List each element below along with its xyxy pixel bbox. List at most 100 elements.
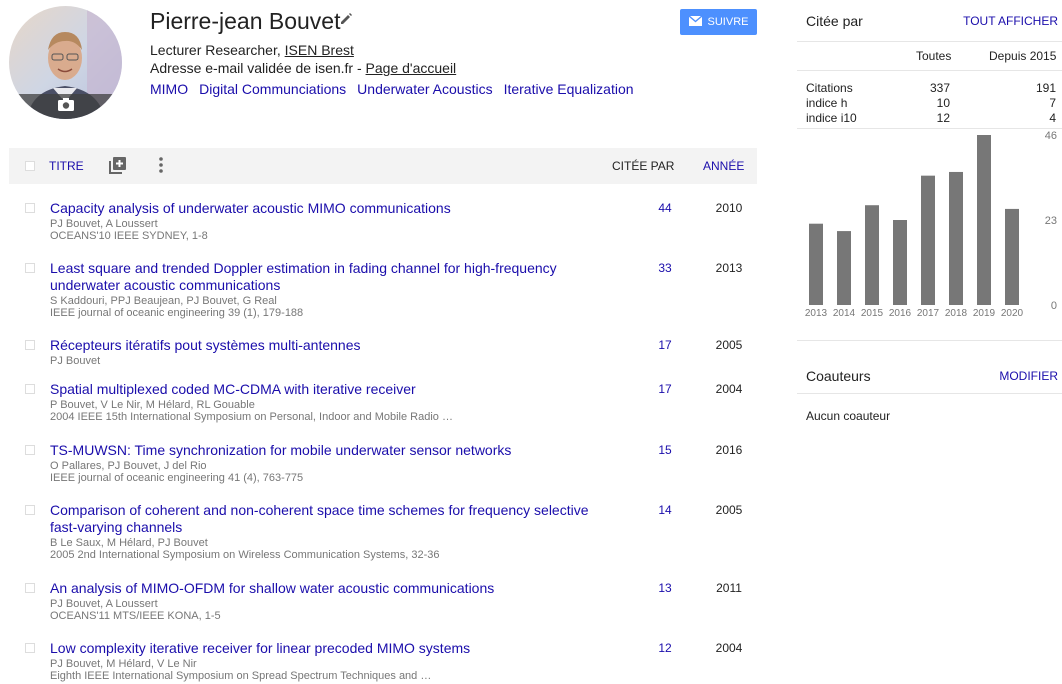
stat-since-i10-index: 4 [1049, 111, 1056, 125]
affiliation-text: Lecturer Researcher, [150, 42, 285, 58]
article-cites[interactable]: 13 [645, 581, 685, 595]
camera-icon[interactable] [57, 96, 75, 112]
article-title[interactable]: Récepteurs itératifs pout systèmes multi… [50, 337, 610, 354]
article-checkbox[interactable] [25, 203, 35, 213]
chart-xlabel: 2017 [917, 308, 940, 319]
chart-ylabel: 46 [1045, 130, 1057, 142]
cited-by-header[interactable]: CITÉE PAR [612, 159, 674, 173]
divider [797, 128, 1062, 129]
email-text: Adresse e-mail validée de isen.fr - [150, 60, 366, 76]
more-vert-icon[interactable] [159, 157, 163, 176]
edit-coauthors-link[interactable]: MODIFIER [999, 369, 1058, 383]
stat-all-citations: 337 [929, 81, 950, 95]
sort-by-year[interactable]: ANNÉE [703, 159, 744, 173]
interest-mimo[interactable]: MIMO [150, 81, 188, 97]
divider [797, 340, 1062, 341]
article-cites[interactable]: 12 [645, 641, 685, 655]
mail-icon [688, 14, 702, 29]
article-cites[interactable]: 44 [645, 201, 685, 215]
article-authors: B Le Saux, M Hélard, PJ Bouvet [50, 537, 208, 549]
chart-bar-2016[interactable] [893, 220, 907, 305]
article-checkbox[interactable] [25, 384, 35, 394]
chart-xlabel: 2018 [945, 308, 968, 319]
affiliation-link[interactable]: ISEN Brest [285, 42, 354, 58]
article-checkbox[interactable] [25, 340, 35, 350]
chart-bar-2020[interactable] [1005, 208, 1019, 305]
article-checkbox[interactable] [25, 505, 35, 515]
cited-by-title: Citée par [806, 13, 863, 29]
article-year: 2005 [715, 503, 743, 517]
research-interests: MIMO Digital Communciations Underwater A… [150, 81, 634, 97]
sort-by-title[interactable]: TITRE [49, 159, 84, 173]
article-cites[interactable]: 17 [645, 382, 685, 396]
stat-since-h-index: 7 [1049, 96, 1056, 110]
article-year: 2004 [715, 641, 743, 655]
article-title[interactable]: Low complexity iterative receiver for li… [50, 640, 610, 657]
interest-iterative-equalization[interactable]: Iterative Equalization [504, 81, 634, 97]
article-venue: 2005 2nd International Symposium on Wire… [50, 549, 440, 561]
chart-bar-2017[interactable] [921, 175, 935, 305]
follow-button[interactable]: SUIVRE [680, 9, 757, 35]
chart-bar-2018[interactable] [949, 171, 963, 305]
article-title[interactable]: Least square and trended Doppler estimat… [50, 260, 610, 294]
article-year: 2010 [715, 201, 743, 215]
chart-bar-2013[interactable] [809, 223, 823, 305]
article-checkbox[interactable] [25, 263, 35, 273]
follow-label: SUIVRE [707, 16, 749, 28]
article-authors: P Bouvet, V Le Nir, M Hélard, RL Gouable [50, 399, 255, 411]
homepage-link[interactable]: Page d'accueil [366, 60, 457, 76]
article-venue: OCEANS'11 MTS/IEEE KONA, 1-5 [50, 610, 221, 622]
article-title[interactable]: Spatial multiplexed coded MC-CDMA with i… [50, 381, 610, 398]
view-all-link[interactable]: TOUT AFFICHER [963, 14, 1058, 28]
article-year: 2013 [715, 261, 743, 275]
interest-digital-communications[interactable]: Digital Communciations [199, 81, 346, 97]
article-checkbox[interactable] [25, 583, 35, 593]
stat-all-i10-index: 12 [936, 111, 950, 125]
stat-since-citations: 191 [1035, 81, 1056, 95]
article-year: 2016 [715, 443, 743, 457]
article-title[interactable]: Capacity analysis of underwater acoustic… [50, 200, 610, 217]
chart-bar-2015[interactable] [865, 205, 879, 305]
article-cites[interactable]: 17 [645, 338, 685, 352]
article-checkbox[interactable] [25, 445, 35, 455]
article-checkbox[interactable] [25, 643, 35, 653]
stat-all-h-index: 10 [936, 96, 950, 110]
article-cites[interactable]: 14 [645, 503, 685, 517]
article-venue: IEEE journal of oceanic engineering 39 (… [50, 307, 304, 319]
article-title[interactable]: Comparison of coherent and non-coherent … [50, 502, 610, 536]
coauthors-title: Coauteurs [806, 368, 871, 384]
article-title[interactable]: An analysis of MIMO-OFDM for shallow wat… [50, 580, 610, 597]
article-venue: Eighth IEEE International Symposium on S… [50, 670, 432, 682]
article-venue: 2004 IEEE 15th International Symposium o… [50, 411, 453, 423]
chart-xlabel: 2016 [889, 308, 912, 319]
add-article-icon[interactable] [109, 157, 126, 177]
chart-xlabel: 2014 [833, 308, 856, 319]
profile-photo[interactable] [9, 6, 122, 119]
email-verification: Adresse e-mail validée de isen.fr - Page… [150, 60, 456, 76]
article-venue: OCEANS'10 IEEE SYDNEY, 1-8 [50, 230, 208, 242]
article-cites[interactable]: 33 [645, 261, 685, 275]
pencil-icon[interactable] [339, 12, 353, 29]
article-cites[interactable]: 15 [645, 443, 685, 457]
article-authors: PJ Bouvet, A Loussert [50, 218, 158, 230]
stat-label-h-index: indice h [806, 96, 848, 110]
divider [797, 70, 1062, 71]
chart-bar-2014[interactable] [837, 231, 851, 305]
article-year: 2011 [716, 581, 742, 595]
select-all-checkbox[interactable] [25, 161, 35, 171]
profile-name: Pierre-jean Bouvet [150, 8, 341, 34]
article-authors: PJ Bouvet, A Loussert [50, 598, 158, 610]
divider [797, 41, 1062, 42]
chart-ylabel: 0 [1051, 300, 1057, 312]
chart-xlabel: 2013 [805, 308, 828, 319]
interest-underwater-acoustics[interactable]: Underwater Acoustics [357, 81, 492, 97]
articles-table-header: TITRE CITÉE PAR ANNÉE [9, 148, 757, 184]
article-year: 2004 [715, 382, 743, 396]
article-authors: PJ Bouvet [50, 355, 101, 367]
chart-ylabel: 23 [1045, 215, 1057, 227]
article-title[interactable]: TS-MUWSN: Time synchronization for mobil… [50, 442, 610, 459]
chart-bar-2019[interactable] [977, 135, 991, 305]
divider [797, 393, 1062, 394]
no-coauthors-text: Aucun coauteur [806, 409, 891, 423]
article-authors: S Kaddouri, PPJ Beaujean, PJ Bouvet, G R… [50, 295, 277, 307]
